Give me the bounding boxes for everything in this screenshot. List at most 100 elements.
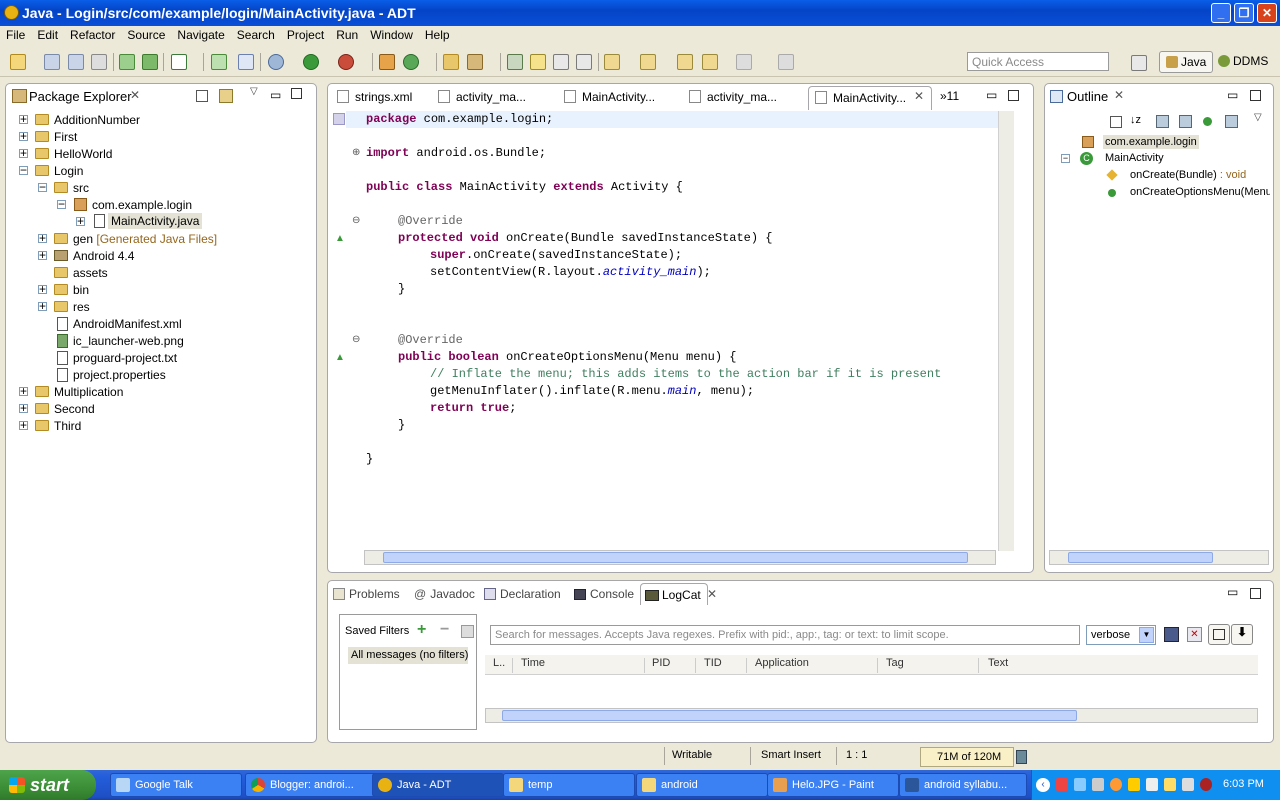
tree-item-manifest[interactable]: AndroidManifest.xml [73, 317, 182, 331]
tab-javadoc[interactable]: @ Javadoc [414, 587, 475, 601]
tree-item-second[interactable]: Second [54, 402, 95, 416]
hide-fields-icon[interactable] [1156, 115, 1169, 128]
tree-item-proguard[interactable]: proguard-project.txt [73, 351, 177, 365]
expand-icon[interactable]: + [38, 283, 47, 295]
garbage-collect-icon[interactable] [1016, 750, 1027, 764]
outline-class[interactable]: MainActivity [1105, 152, 1164, 164]
save-log-icon[interactable] [1164, 627, 1179, 642]
edit-filter-icon[interactable] [461, 625, 474, 638]
scrollbar-thumb[interactable] [502, 710, 1077, 721]
tray-app-icon[interactable] [1146, 778, 1158, 791]
menu-source[interactable]: Source [121, 26, 171, 42]
collapse-icon[interactable]: − [1061, 154, 1070, 163]
menu-navigate[interactable]: Navigate [171, 26, 230, 42]
next-annotation-icon[interactable] [507, 54, 523, 70]
forward-arrow-icon[interactable] [736, 54, 752, 70]
outline-package[interactable]: com.example.login [1103, 135, 1199, 149]
ddms-perspective-button[interactable]: DDMS [1212, 51, 1274, 73]
scrollbar-thumb[interactable] [383, 552, 968, 563]
new-java-package-icon[interactable] [379, 54, 395, 70]
scrollbar-thumb[interactable] [1068, 552, 1213, 563]
android-sdk-manager-icon[interactable] [119, 54, 135, 70]
new-android-project-icon[interactable] [211, 54, 227, 70]
tree-item-package[interactable]: com.example.login [92, 198, 192, 212]
tree-item-login[interactable]: Login [54, 164, 83, 178]
minimize-button[interactable]: _ [1211, 3, 1231, 23]
volume-icon[interactable] [1182, 778, 1194, 791]
col-application[interactable]: Application [755, 657, 809, 669]
tree-item-gen[interactable]: gen [Generated Java Files] [73, 232, 217, 246]
tray-app-icon[interactable] [1128, 778, 1140, 791]
toggle-filters-button[interactable] [1208, 624, 1230, 645]
taskbar-item-google-talk[interactable]: Google Talk [110, 773, 242, 797]
block-selection-icon[interactable] [553, 54, 569, 70]
hide-local-types-icon[interactable] [1225, 115, 1238, 128]
toggle-mark-occurrences-icon[interactable] [530, 54, 546, 70]
open-perspective-icon[interactable] [1131, 55, 1147, 71]
taskbar-item-java-adt[interactable]: Java - ADT [372, 773, 504, 797]
tree-item-third[interactable]: Third [54, 419, 81, 433]
clock[interactable]: 6:03 PM [1223, 778, 1264, 790]
maximize-button[interactable]: ❐ [1234, 3, 1254, 23]
tab-activity-main-2[interactable]: activity_ma... [683, 86, 783, 108]
taskbar-item-blogger[interactable]: Blogger: androi... [245, 773, 377, 797]
expand-icon[interactable]: + [19, 419, 28, 431]
code-editor[interactable]: package com.example.login; import androi… [346, 111, 998, 551]
close-tab-icon[interactable]: ✕ [914, 89, 924, 103]
log-level-select[interactable]: verbose ▼ [1086, 625, 1156, 645]
maximize-view-icon[interactable] [291, 88, 302, 99]
tree-item-res[interactable]: res [73, 300, 90, 314]
collapse-icon[interactable]: − [57, 198, 66, 210]
maximize-view-icon[interactable] [1250, 90, 1261, 101]
tree-item-first[interactable]: First [54, 130, 77, 144]
sort-icon[interactable]: ↓z [1130, 114, 1141, 126]
previous-edit-icon[interactable] [640, 54, 656, 70]
maximize-editor-icon[interactable] [1008, 90, 1019, 101]
tab-activity-main-1[interactable]: activity_ma... [432, 86, 532, 108]
menu-refactor[interactable]: Refactor [64, 26, 121, 42]
menu-search[interactable]: Search [231, 26, 281, 42]
expand-icon[interactable]: + [19, 113, 28, 125]
back-arrow-icon[interactable] [702, 54, 718, 70]
tree-item-additionnumber[interactable]: AdditionNumber [54, 113, 140, 127]
save-icon[interactable] [44, 54, 60, 70]
external-tools-icon[interactable] [338, 54, 354, 70]
new-java-class-icon[interactable] [403, 54, 419, 70]
menu-file[interactable]: File [0, 26, 31, 42]
tree-item-android[interactable]: Android 4.4 [73, 249, 134, 263]
logcat-search-input[interactable]: Search for messages. Accepts Java regexe… [490, 625, 1080, 645]
new-icon[interactable] [10, 54, 26, 70]
expand-icon[interactable]: + [38, 249, 47, 261]
taskbar-item-android[interactable]: android [636, 773, 768, 797]
open-type-icon[interactable] [443, 54, 459, 70]
view-menu-icon[interactable]: ▽ [250, 86, 258, 97]
lint-check-icon[interactable] [171, 54, 187, 70]
tree-item-properties[interactable]: project.properties [73, 368, 166, 382]
tree-item-mainactivity[interactable]: MainActivity.java [108, 213, 203, 229]
skip-breakpoints-icon[interactable] [238, 54, 254, 70]
col-pid[interactable]: PID [652, 657, 670, 669]
filter-all-messages[interactable]: All messages (no filters) [348, 647, 468, 664]
col-time[interactable]: Time [521, 657, 545, 669]
save-all-icon[interactable] [68, 54, 84, 70]
col-level[interactable]: L.. [493, 657, 505, 669]
tray-app-icon[interactable] [1200, 778, 1212, 791]
tab-console[interactable]: Console [574, 587, 634, 601]
network-icon[interactable] [1092, 778, 1104, 791]
hide-non-public-icon[interactable] [1203, 117, 1212, 126]
add-filter-icon[interactable]: + [417, 621, 426, 639]
maximize-view-icon[interactable] [1250, 588, 1261, 599]
menu-help[interactable]: Help [419, 26, 456, 42]
tray-app-icon[interactable] [1110, 778, 1122, 791]
menu-window[interactable]: Window [364, 26, 419, 42]
print-icon[interactable] [91, 54, 107, 70]
pin-editor-icon[interactable] [778, 54, 794, 70]
tray-app-icon[interactable] [1164, 778, 1176, 791]
expand-icon[interactable]: + [19, 147, 28, 159]
collapse-icon[interactable]: − [38, 181, 47, 193]
tree-item-src[interactable]: src [73, 181, 89, 195]
minimize-view-icon[interactable]: ▭ [1227, 585, 1238, 599]
editor-vertical-scrollbar[interactable] [998, 111, 1014, 551]
tab-problems[interactable]: Problems [333, 587, 400, 601]
outline-method-oncreateoptionsmenu[interactable]: onCreateOptionsMenu(Menu [1130, 186, 1270, 198]
